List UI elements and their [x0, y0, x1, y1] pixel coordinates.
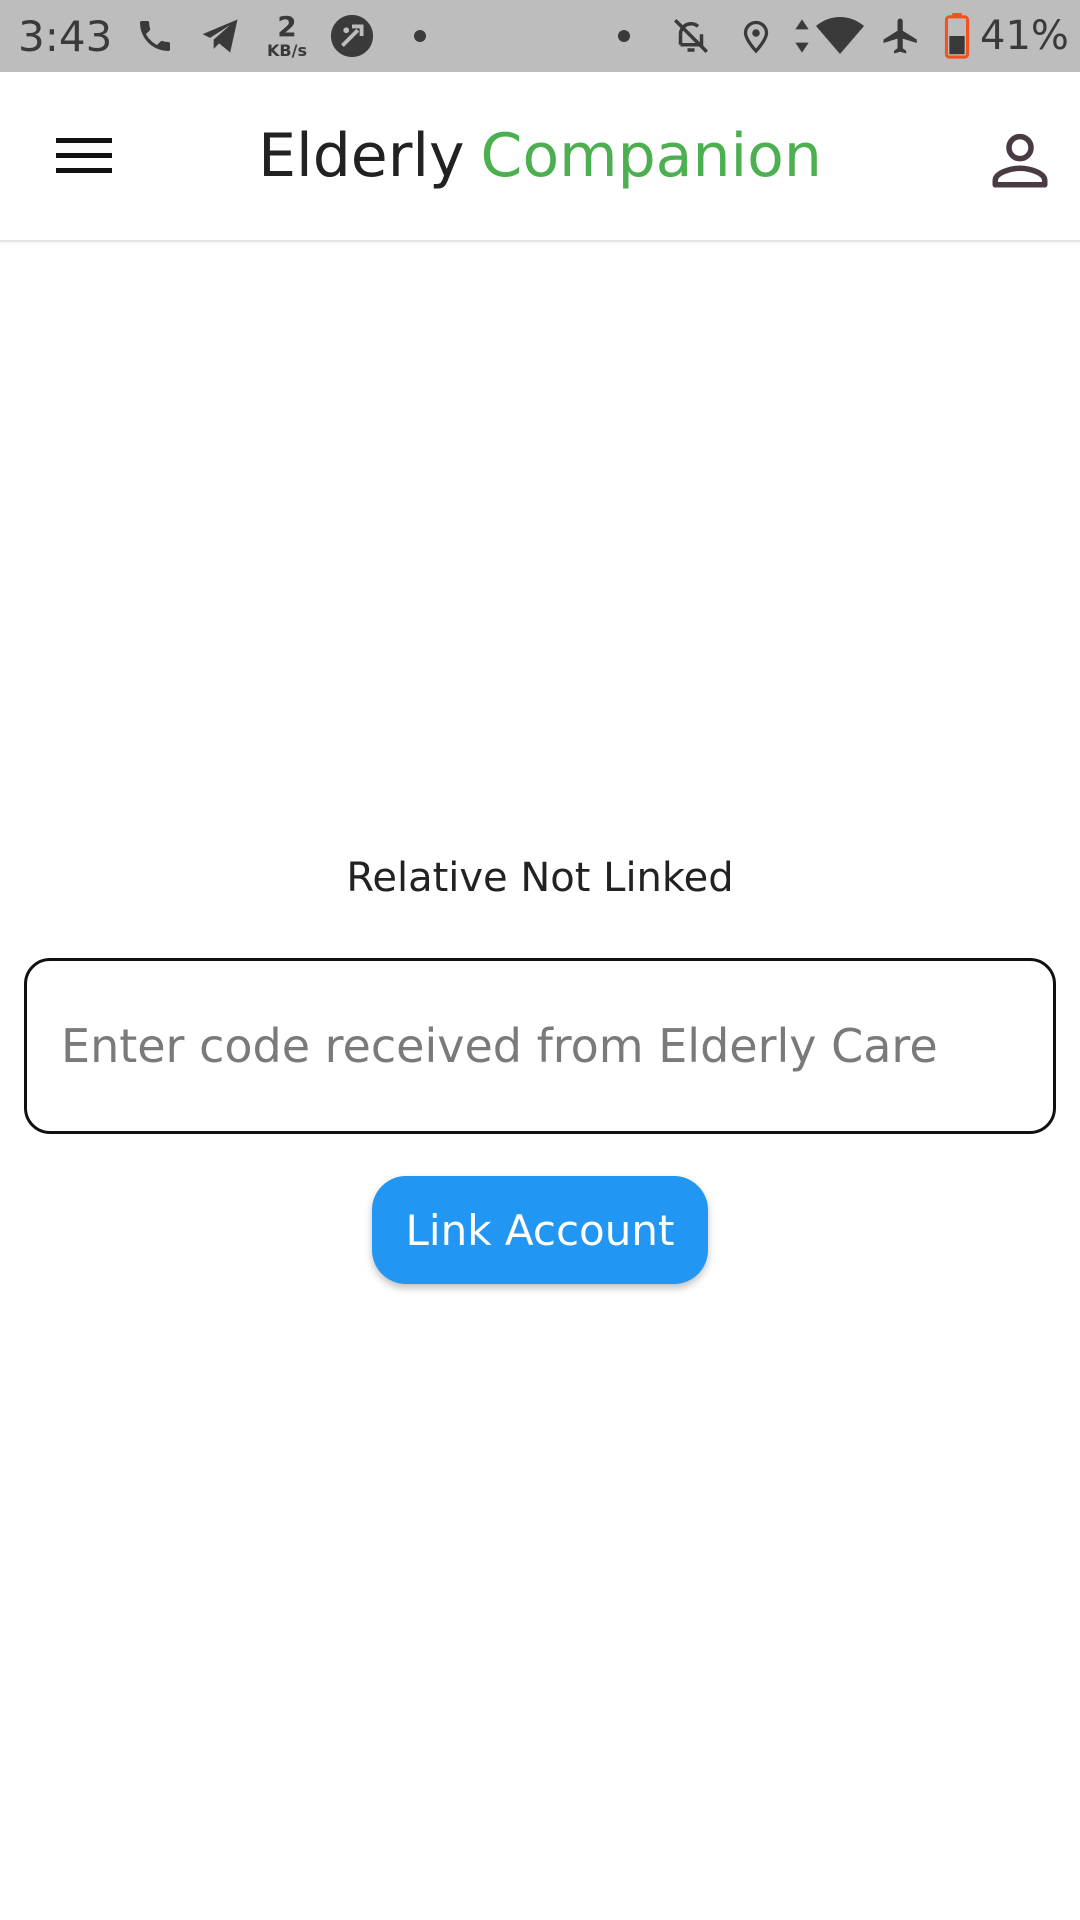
phone-icon: [132, 0, 178, 72]
speed-icon: 2 KB/s: [267, 10, 307, 60]
link-status-text: Relative Not Linked: [346, 855, 734, 901]
battery-percent: 41%: [980, 13, 1069, 59]
menu-icon: [56, 138, 112, 173]
status-bar: 3:43 2 KB/s 41%: [0, 0, 1080, 72]
battery-icon: [942, 0, 972, 72]
screen: 3:43 2 KB/s 41% Elderly Companion Relati…: [0, 0, 1080, 1920]
wifi-icon: [814, 0, 866, 72]
app-icon: [328, 0, 376, 72]
status-time: 3:43: [18, 11, 113, 61]
app-title-part1: Elderly: [258, 121, 465, 191]
airplane-icon: [878, 0, 924, 72]
app-bar: Elderly Companion: [0, 72, 1080, 242]
dot-icon: [614, 0, 634, 72]
code-input[interactable]: [24, 958, 1056, 1134]
link-account-button[interactable]: Link Account: [372, 1176, 708, 1284]
person-icon: [992, 133, 1048, 188]
profile-button[interactable]: [976, 116, 1064, 204]
app-title: Elderly Companion: [0, 72, 1080, 240]
notifications-off-icon: [668, 0, 714, 72]
dot-icon: [410, 0, 430, 72]
location-icon: [736, 0, 776, 72]
menu-button[interactable]: [40, 116, 128, 196]
telegram-icon: [196, 0, 246, 72]
app-title-part2: Companion: [480, 121, 822, 191]
data-arrows-icon: [790, 0, 814, 72]
